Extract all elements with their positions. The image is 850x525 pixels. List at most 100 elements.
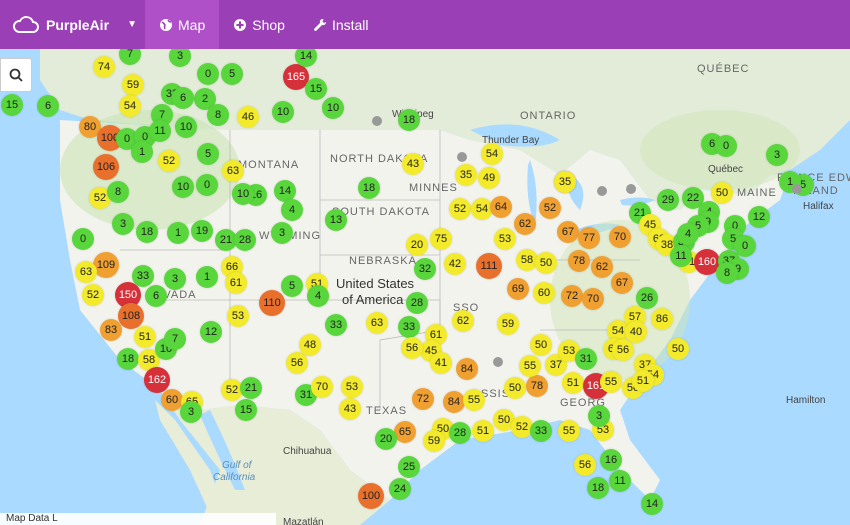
sensor-marker[interactable]: 4 <box>281 199 303 221</box>
sensor-marker[interactable]: 35 <box>554 171 576 193</box>
sensor-marker[interactable]: 50 <box>535 252 557 274</box>
sensor-marker[interactable]: 0 <box>197 63 219 85</box>
offline-sensor-marker[interactable] <box>372 116 382 126</box>
sensor-marker[interactable]: 15 <box>1 94 23 116</box>
sensor-marker[interactable]: 70 <box>311 376 333 398</box>
sensor-marker[interactable]: 54 <box>481 143 503 165</box>
offline-sensor-marker[interactable] <box>792 184 802 194</box>
sensor-marker[interactable]: 51 <box>134 326 156 348</box>
sensor-marker[interactable]: 11 <box>609 470 631 492</box>
sensor-marker[interactable]: 11 <box>670 245 692 267</box>
offline-sensor-marker[interactable] <box>493 357 503 367</box>
sensor-marker[interactable]: 32 <box>414 258 436 280</box>
sensor-marker[interactable]: 26 <box>636 287 658 309</box>
sensor-marker[interactable]: 16 <box>600 449 622 471</box>
sensor-marker[interactable]: 8 <box>716 262 738 284</box>
sensor-marker[interactable]: 0 <box>72 228 94 250</box>
sensor-marker[interactable]: 8 <box>107 181 129 203</box>
offline-sensor-marker[interactable] <box>597 186 607 196</box>
sensor-marker[interactable]: 54 <box>119 95 141 117</box>
sensor-marker[interactable]: 33 <box>325 314 347 336</box>
sensor-marker[interactable]: 55 <box>519 355 541 377</box>
sensor-marker[interactable]: 77 <box>578 227 600 249</box>
brand-dropdown-caret-icon[interactable]: ▼ <box>119 0 145 49</box>
sensor-marker[interactable]: 48 <box>299 334 321 356</box>
sensor-marker[interactable]: 59 <box>497 313 519 335</box>
sensor-marker[interactable]: 50 <box>711 182 733 204</box>
sensor-marker[interactable]: 61 <box>225 272 247 294</box>
sensor-marker[interactable]: 108 <box>118 303 144 329</box>
sensor-marker[interactable]: 13 <box>325 209 347 231</box>
sensor-marker[interactable]: 42 <box>444 253 466 275</box>
sensor-marker[interactable]: 50 <box>530 334 552 356</box>
sensor-marker[interactable]: 84 <box>443 391 465 413</box>
sensor-marker[interactable]: 75 <box>430 228 452 250</box>
sensor-marker[interactable]: 62 <box>452 310 474 332</box>
sensor-marker[interactable]: 0 <box>734 235 756 257</box>
sensor-marker[interactable]: 5 <box>197 143 219 165</box>
sensor-marker[interactable]: 33 <box>398 316 420 338</box>
sensor-marker[interactable]: 53 <box>341 376 363 398</box>
sensor-marker[interactable]: 56 <box>401 337 423 359</box>
sensor-marker[interactable]: 18 <box>587 477 609 499</box>
sensor-marker[interactable]: 83 <box>100 319 122 341</box>
sensor-marker[interactable]: 8 <box>207 104 229 126</box>
sensor-marker[interactable]: 20 <box>406 234 428 256</box>
sensor-marker[interactable]: 46 <box>237 106 259 128</box>
sensor-marker[interactable]: 109 <box>93 252 119 278</box>
sensor-marker[interactable]: 18 <box>398 109 420 131</box>
sensor-marker[interactable]: 0 <box>715 135 737 157</box>
sensor-marker[interactable]: 33 <box>530 420 552 442</box>
sensor-marker[interactable]: 14 <box>641 493 663 515</box>
sensor-marker[interactable]: 55 <box>558 420 580 442</box>
sensor-marker[interactable]: 55 <box>463 389 485 411</box>
sensor-marker[interactable]: 3 <box>271 222 293 244</box>
sensor-marker[interactable]: 12 <box>748 206 770 228</box>
sensor-marker[interactable]: 52 <box>539 197 561 219</box>
sensor-marker[interactable]: 18 <box>117 348 139 370</box>
sensor-marker[interactable]: 78 <box>568 250 590 272</box>
sensor-marker[interactable]: 10 <box>272 101 294 123</box>
sensor-marker[interactable]: 51 <box>562 372 584 394</box>
sensor-marker[interactable]: 3 <box>164 268 186 290</box>
sensor-marker[interactable]: 53 <box>227 305 249 327</box>
map-search-button[interactable] <box>0 58 32 92</box>
sensor-marker[interactable]: 35 <box>455 164 477 186</box>
sensor-marker[interactable]: 110 <box>259 290 285 316</box>
sensor-marker[interactable]: 111 <box>476 253 502 279</box>
sensor-marker[interactable]: 72 <box>412 388 434 410</box>
sensor-marker[interactable]: 70 <box>582 288 604 310</box>
sensor-marker[interactable]: 15 <box>305 78 327 100</box>
sensor-marker[interactable]: 62 <box>514 213 536 235</box>
sensor-marker[interactable]: 86 <box>651 308 673 330</box>
sensor-marker[interactable]: 100 <box>358 483 384 509</box>
sensor-marker[interactable]: 24 <box>389 478 411 500</box>
sensor-marker[interactable]: 56 <box>286 352 308 374</box>
sensor-marker[interactable]: 67 <box>611 272 633 294</box>
sensor-marker[interactable]: 59 <box>122 74 144 96</box>
sensor-marker[interactable]: 52 <box>158 150 180 172</box>
sensor-marker[interactable]: 72 <box>561 285 583 307</box>
sensor-marker[interactable]: 4 <box>677 223 699 245</box>
sensor-marker[interactable]: 3 <box>766 144 788 166</box>
sensor-marker[interactable]: 162 <box>144 367 170 393</box>
sensor-marker[interactable]: 11 <box>149 120 171 142</box>
sensor-marker[interactable]: 74 <box>93 56 115 78</box>
sensor-marker[interactable]: 3 <box>112 213 134 235</box>
sensor-marker[interactable]: 64 <box>490 196 512 218</box>
sensor-marker[interactable]: 69 <box>507 278 529 300</box>
sensor-marker[interactable]: 15 <box>235 399 257 421</box>
brand-logo[interactable]: PurpleAir <box>0 0 119 49</box>
sensor-marker[interactable]: 50 <box>504 377 526 399</box>
sensor-marker[interactable]: 21 <box>240 377 262 399</box>
sensor-marker[interactable]: 63 <box>366 312 388 334</box>
sensor-marker[interactable]: 28 <box>234 229 256 251</box>
offline-sensor-marker[interactable] <box>626 184 636 194</box>
sensor-marker[interactable]: 52 <box>82 284 104 306</box>
sensor-marker[interactable]: 6 <box>145 285 167 307</box>
sensor-marker[interactable]: 55 <box>600 371 622 393</box>
sensor-marker[interactable]: 62 <box>591 256 613 278</box>
nav-install[interactable]: Install <box>299 0 383 49</box>
sensor-marker[interactable]: 1 <box>196 266 218 288</box>
sensor-marker[interactable]: 67 <box>557 221 579 243</box>
